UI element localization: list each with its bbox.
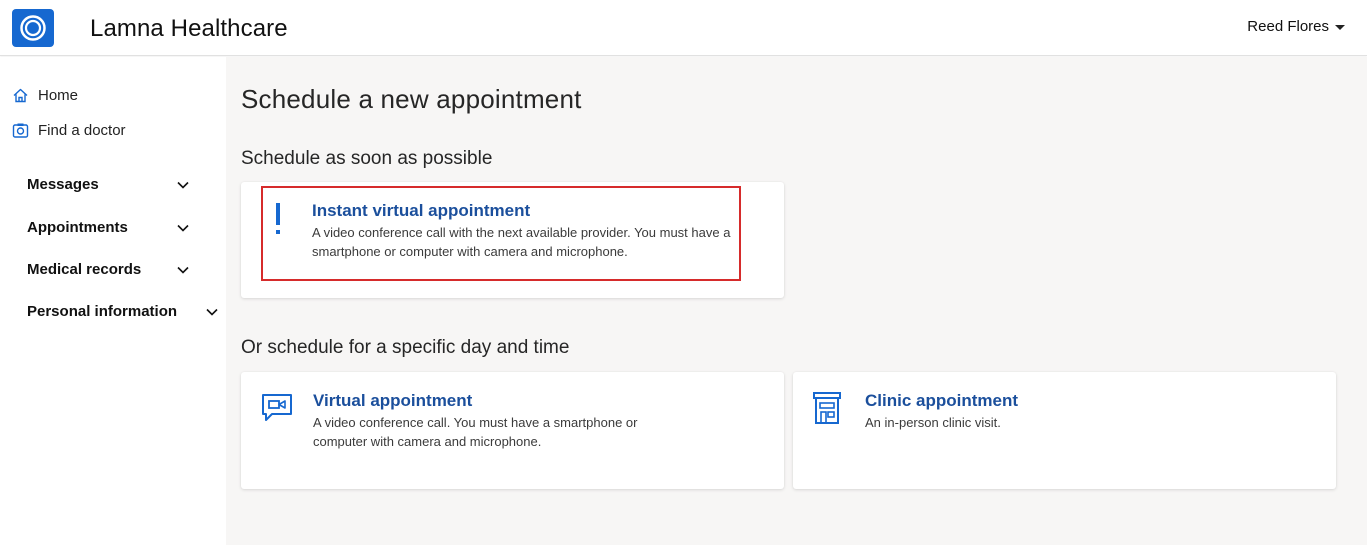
sidebar-group-label: Messages xyxy=(27,176,99,193)
page-title: Schedule a new appointment xyxy=(241,84,582,114)
chevron-down-icon xyxy=(177,266,189,274)
section-title-specific: Or schedule for a specific day and time xyxy=(241,337,570,358)
sidebar-group-appointments[interactable]: Appointments xyxy=(27,219,217,236)
logo-ring-icon[interactable] xyxy=(12,9,54,47)
sidebar-group-label: Personal information xyxy=(27,303,178,320)
section-title-asap: Schedule as soon as possible xyxy=(241,148,493,169)
exclamation-icon xyxy=(273,202,283,241)
card-description: A video conference call. You must have a… xyxy=(313,415,638,449)
chevron-down-icon xyxy=(177,181,189,189)
clinic-appointment-card[interactable]: Clinic appointment An in-person clinic v… xyxy=(793,372,1336,489)
card-description: A video conference call with the next av… xyxy=(312,225,731,259)
sidebar-item-home[interactable]: Home xyxy=(12,87,78,104)
find-doctor-icon xyxy=(12,123,29,138)
sidebar-group-label: Appointments xyxy=(27,219,128,236)
sidebar-group-medical-records[interactable]: Medical records xyxy=(27,261,217,278)
sidebar-item-find-doctor[interactable]: Find a doctor xyxy=(12,122,126,139)
home-icon xyxy=(13,88,28,103)
sidebar-group-personal-information[interactable]: Personal information xyxy=(27,303,218,320)
sidebar-item-label: Home xyxy=(38,87,79,104)
card-description: An in-person clinic visit. xyxy=(865,415,1001,430)
top-header: Lamna Healthcare Reed Flores xyxy=(0,0,1367,56)
sidebar: Home Find a doctor Messages Appointments… xyxy=(0,57,226,545)
clinic-building-icon xyxy=(812,391,842,430)
chevron-down-icon xyxy=(206,308,218,316)
sidebar-group-messages[interactable]: Messages xyxy=(27,176,217,193)
app-title: Lamna Healthcare xyxy=(90,15,288,42)
user-menu[interactable]: Reed Flores xyxy=(1247,18,1345,35)
sidebar-item-label: Find a doctor xyxy=(38,122,126,139)
instant-virtual-appointment-card[interactable]: Instant virtual appointment A video conf… xyxy=(241,182,784,298)
card-title[interactable]: Instant virtual appointment xyxy=(312,201,530,221)
caret-down-icon xyxy=(1335,25,1345,30)
sidebar-group-label: Medical records xyxy=(27,261,142,278)
video-chat-icon xyxy=(260,392,294,429)
chevron-down-icon xyxy=(177,224,189,232)
card-title[interactable]: Clinic appointment xyxy=(865,391,1018,411)
virtual-appointment-card[interactable]: Virtual appointment A video conference c… xyxy=(241,372,784,489)
card-title[interactable]: Virtual appointment xyxy=(313,391,472,411)
main-content: Schedule a new appointment Schedule as s… xyxy=(226,57,1367,545)
user-name: Reed Flores xyxy=(1247,18,1329,35)
